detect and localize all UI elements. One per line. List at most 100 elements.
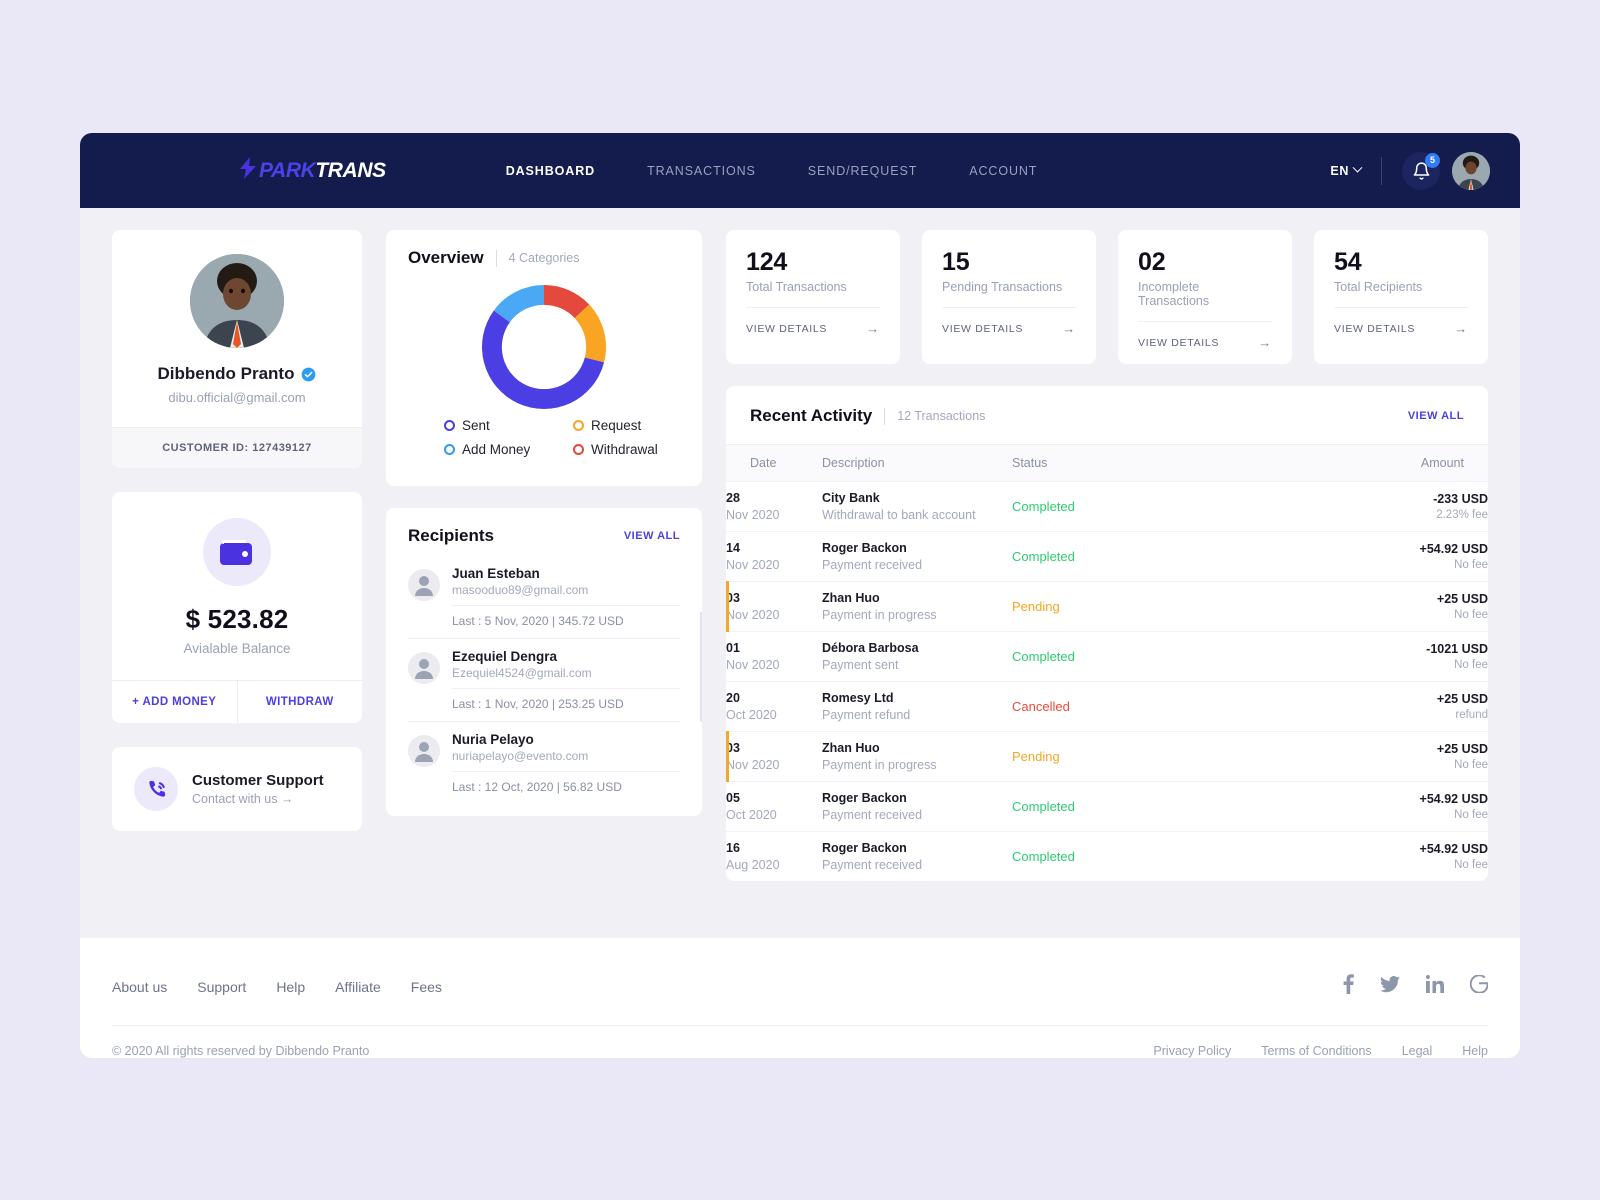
nav-item-transactions[interactable]: TRANSACTIONS [647,164,756,178]
legend-item-sent[interactable]: Sent [444,418,573,433]
recipient-item[interactable]: Ezequiel Dengra Ezequiel4524@gmail.com Las… [408,638,680,721]
transaction-day: 03 [726,741,740,755]
status-badge: Pending [1012,598,1060,614]
cell-status: Completed [1012,481,1132,532]
stat-link-label: VIEW DETAILS [746,322,828,335]
status-badge: Cancelled [1012,698,1070,714]
table-row[interactable]: 14 Nov 2020 Roger Backon Payment received Co… [726,531,1488,582]
footer-legal-link[interactable]: Privacy Policy [1153,1044,1231,1058]
header-divider [1381,156,1382,185]
table-row[interactable]: 28 Nov 2020 City Bank Withdrawal to bank ac… [726,481,1488,532]
bolt-icon [240,157,256,184]
stats-row: 124 Total Transactions VIEW DETAILS → 15… [726,230,1488,364]
nav-item-send-request[interactable]: SEND/REQUEST [808,164,917,178]
recipient-item[interactable]: Juan Esteban masooduo89@gmail.com Last : 5… [408,556,680,638]
stat-view-details[interactable]: VIEW DETAILS → [942,307,1076,350]
stat-value: 54 [1334,248,1362,276]
cell-amount: +54.92 USD No fee [1132,832,1488,882]
support-subtitle[interactable]: Contact with us → [192,792,324,806]
overview-subtitle: 4 Categories [508,251,580,265]
stat-view-details[interactable]: VIEW DETAILS → [1334,307,1468,350]
legend-item-request[interactable]: Request [573,418,702,433]
customer-id: CUSTOMER ID: 127439127 [112,427,362,468]
arrow-right-icon: → [866,321,880,336]
cell-status: Cancelled [1012,681,1132,732]
transaction-subtitle: Payment in progress [822,608,937,622]
transaction-title: Roger Backon [822,541,907,555]
footer-link[interactable]: Fees [411,979,442,995]
legend-dot-add-money [444,444,455,455]
linkedin-icon[interactable] [1425,975,1445,998]
table-row[interactable]: 03 Nov 2020 Zhan Huo Payment in progress Pen… [726,730,1488,782]
nav-item-dashboard[interactable]: DASHBOARD [506,164,595,178]
legend-item-withdrawal[interactable]: Withdrawal [573,442,702,457]
twitter-icon[interactable] [1379,975,1400,998]
transaction-fee: No fee [1454,809,1488,821]
activity-table-body: 28 Nov 2020 City Bank Withdrawal to bank ac… [726,481,1488,882]
recipient-last-transaction: Last : 1 Nov, 2020 | 253.25 USD [452,697,624,711]
column-header-amount[interactable]: Amount [1132,444,1488,482]
activity-view-all[interactable]: VIEW ALL [1408,410,1464,422]
stat-label: Pending Transactions [942,280,1063,294]
transaction-amount: +25 USD [1436,692,1488,706]
recipient-last-transaction: Last : 12 Oct, 2020 | 56.82 USD [452,780,622,794]
brand-logo[interactable]: PARKTRANS [240,157,386,184]
footer-link[interactable]: Help [276,979,305,995]
add-money-button[interactable]: + ADD MONEY [112,681,238,723]
footer-legal-link[interactable]: Help [1462,1044,1488,1058]
transaction-month: Oct 2020 [726,708,777,722]
column-header-description[interactable]: Description [822,444,1012,482]
language-selector[interactable]: EN [1330,162,1363,178]
wallet-balance: $ 523.82 [185,604,289,634]
transaction-month: Oct 2020 [726,808,777,822]
table-row[interactable]: 05 Oct 2020 Roger Backon Payment received Co… [726,781,1488,832]
recipient-item[interactable]: Nuria Pelayo nuriapelayo@evento.com Last :… [408,721,680,804]
stat-link-label: VIEW DETAILS [1334,322,1416,335]
cell-status: Completed [1012,832,1132,882]
table-row[interactable]: 03 Nov 2020 Zhan Huo Payment in progress Pen… [726,580,1488,632]
stat-label: Incomplete Transactions [1138,280,1210,308]
cell-amount: +54.92 USD No fee [1132,531,1488,582]
transaction-month: Nov 2020 [726,658,780,672]
transaction-fee: No fee [1454,559,1488,571]
notifications-button[interactable]: 5 [1402,151,1440,190]
transaction-fee: refund [1455,709,1488,721]
table-row[interactable]: 16 Aug 2020 Roger Backon Payment received Co… [726,832,1488,882]
facebook-icon[interactable] [1343,974,1354,999]
footer-legal-link[interactable]: Terms of Conditions [1261,1044,1371,1058]
transaction-fee: No fee [1454,609,1488,621]
footer-link[interactable]: Affiliate [335,979,381,995]
cell-description: Roger Backon Payment received [822,531,1012,582]
overview-donut-chart [386,268,702,418]
recipients-scrollbar[interactable] [700,612,702,722]
customer-support-card[interactable]: Customer Support Contact with us → [112,747,362,831]
cell-date: 03 Nov 2020 [726,730,822,782]
transaction-month: Nov 2020 [726,508,780,522]
nav-item-account[interactable]: ACCOUNT [969,164,1037,178]
google-icon[interactable] [1469,974,1489,998]
column-header-date[interactable]: Date [726,444,822,482]
footer-legal-link[interactable]: Legal [1402,1044,1433,1058]
activity-table-header: Date Description Status Amount [726,444,1488,482]
table-row[interactable]: 20 Oct 2020 Romesy Ltd Payment refund Cancel… [726,681,1488,732]
stat-value: 02 [1138,248,1166,276]
legend-item-add-money[interactable]: Add Money [444,442,573,457]
recipients-view-all[interactable]: VIEW ALL [624,530,680,542]
phone-call-icon [134,767,178,811]
cell-description: Romesy Ltd Payment refund [822,681,1012,732]
withdraw-button[interactable]: WITHDRAW [238,681,363,723]
status-badge: Completed [1012,498,1075,514]
footer-link[interactable]: About us [112,979,167,995]
column-header-status[interactable]: Status [1012,444,1132,482]
footer-link[interactable]: Support [197,979,246,995]
user-avatar-header[interactable] [1452,151,1490,190]
transaction-day: 14 [726,541,740,555]
transaction-day: 16 [726,841,740,855]
stat-view-details[interactable]: VIEW DETAILS → [746,307,880,350]
wallet-icon [203,518,271,586]
transaction-title: Romesy Ltd [822,691,894,705]
recipient-avatar [408,652,440,684]
table-row[interactable]: 01 Nov 2020 Débora Barbosa Payment sent Comp… [726,631,1488,682]
stat-view-details[interactable]: VIEW DETAILS → [1138,321,1272,364]
profile-email: dibu.official@gmail.com [168,390,306,405]
